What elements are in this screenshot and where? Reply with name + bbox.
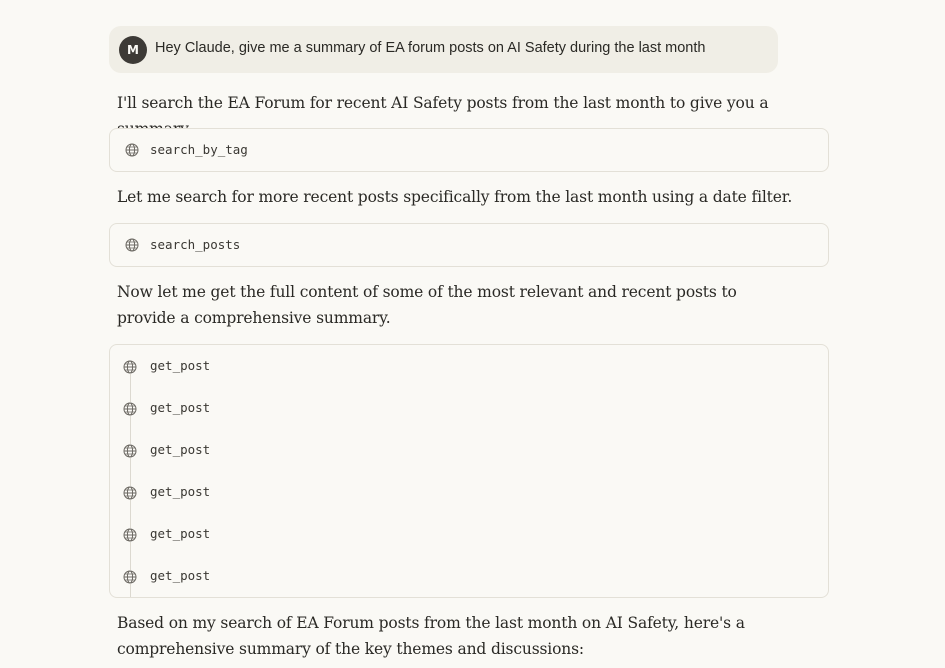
tool-name: get_post	[150, 484, 211, 499]
tool-name: get_post	[150, 568, 211, 583]
tool-call-get-post[interactable]: get_post	[110, 567, 828, 587]
assistant-fetch-intro-text: Now let me get the full content of some …	[117, 283, 737, 327]
tool-name: get_post	[150, 400, 211, 415]
globe-icon	[123, 528, 137, 542]
globe-icon	[123, 444, 137, 458]
tool-name: get_post	[150, 442, 211, 457]
tool-call-search-posts[interactable]: search_posts	[109, 223, 829, 267]
assistant-followup-text: Let me search for more recent posts spec…	[117, 188, 793, 206]
avatar[interactable]: M	[119, 36, 147, 64]
globe-icon	[123, 402, 137, 416]
assistant-summary-intro-text: Based on my search of EA Forum posts fro…	[117, 614, 745, 658]
tool-call-search-by-tag[interactable]: search_by_tag	[109, 128, 829, 172]
tool-call-group[interactable]: get_post get_post get_post get_post get_post…	[109, 344, 829, 598]
user-message: M Hey Claude, give me a summary of EA fo…	[109, 26, 778, 73]
globe-icon	[123, 360, 137, 374]
tool-name: get_post	[150, 358, 211, 373]
tool-call-get-post[interactable]: get_post	[110, 357, 828, 377]
globe-icon	[125, 143, 139, 157]
globe-icon	[125, 238, 139, 252]
tool-call-get-post[interactable]: get_post	[110, 399, 828, 419]
user-message-text: Hey Claude, give me a summary of EA foru…	[155, 40, 706, 56]
tool-name: search_by_tag	[150, 142, 248, 157]
globe-icon	[123, 486, 137, 500]
tool-name: get_post	[150, 526, 211, 541]
tool-call-get-post[interactable]: get_post	[110, 483, 828, 503]
tool-name: search_posts	[150, 237, 241, 252]
globe-icon	[123, 570, 137, 584]
tool-call-get-post[interactable]: get_post	[110, 525, 828, 545]
tool-call-get-post[interactable]: get_post	[110, 441, 828, 461]
